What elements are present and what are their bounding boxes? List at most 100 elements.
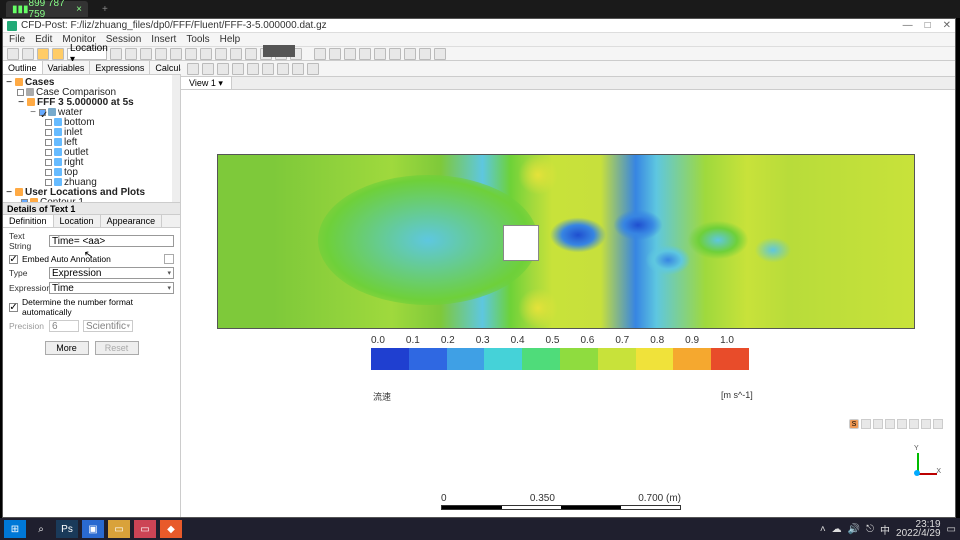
outline-tree[interactable]: −Cases Case Comparison −FFF 3 5.000000 a…	[3, 75, 180, 203]
taskbar-clock[interactable]: 23:19 2022/4/29	[896, 520, 941, 538]
tray-wifi-icon[interactable]: ⎋	[866, 524, 874, 535]
dropdown-marker	[263, 45, 295, 57]
menu-edit[interactable]: Edit	[35, 34, 52, 45]
menu-help[interactable]: Help	[220, 34, 241, 45]
view-toolbar	[181, 61, 955, 77]
tool-redo-icon[interactable]	[52, 48, 64, 60]
tab-location[interactable]: Location	[54, 215, 101, 227]
tool-vector-icon[interactable]	[185, 48, 197, 60]
tool-anim-icon[interactable]	[329, 48, 341, 60]
tool-particle-icon[interactable]	[230, 48, 242, 60]
tool-camera-icon[interactable]	[314, 48, 326, 60]
close-tab-icon[interactable]: ×	[76, 4, 82, 15]
view-tab-1[interactable]: View 1 ▾	[181, 77, 232, 89]
close-button[interactable]: ✕	[943, 20, 951, 31]
taskbar-ps-icon[interactable]: Ps	[56, 520, 78, 538]
tool-q2-icon[interactable]	[404, 48, 416, 60]
tray-cloud-icon[interactable]: ☁	[832, 524, 842, 535]
wm-4-icon[interactable]	[897, 419, 907, 429]
location-selector[interactable]: Location ▾	[67, 48, 107, 60]
menu-file[interactable]: File	[9, 34, 25, 45]
tool-iso-icon[interactable]	[170, 48, 182, 60]
vtool-sync-icon[interactable]	[187, 63, 199, 75]
vtool-highlight-icon[interactable]	[277, 63, 289, 75]
tool-q3-icon[interactable]	[419, 48, 431, 60]
tray-up-icon[interactable]: ˄	[820, 524, 826, 535]
vtool-rotate-icon[interactable]	[202, 63, 214, 75]
tool-q1-icon[interactable]	[389, 48, 401, 60]
wm-5-icon[interactable]	[909, 419, 919, 429]
tool-line-icon[interactable]	[125, 48, 137, 60]
tool-undo-icon[interactable]	[37, 48, 49, 60]
windows-taskbar: ⊞ ⌕ Ps ▣ ▭ ▭ ◆ ˄ ☁ 🔊 ⎋ 中 23:19 2022/4/29…	[0, 518, 960, 540]
wm-3-icon[interactable]	[885, 419, 895, 429]
tab-definition[interactable]: Definition	[3, 215, 54, 227]
tool-contour-icon[interactable]	[200, 48, 212, 60]
tab-appearance[interactable]: Appearance	[101, 215, 163, 227]
expand-embed-icon[interactable]	[164, 254, 174, 264]
input-text-string[interactable]: Time= <aa>	[49, 235, 174, 247]
tool-point-icon[interactable]	[110, 48, 122, 60]
reset-button[interactable]: Reset	[95, 341, 139, 355]
tool-streamline-icon[interactable]	[215, 48, 227, 60]
tab-outline[interactable]: Outline	[3, 61, 43, 74]
search-button[interactable]: ⌕	[30, 520, 52, 538]
tab-signal-icon: ▮▮▮	[12, 4, 29, 15]
tab-expressions[interactable]: Expressions	[90, 61, 150, 74]
system-tray[interactable]: ˄ ☁ 🔊 ⎋ 中 23:19 2022/4/29 ▭	[820, 520, 956, 538]
taskbar-explorer-icon[interactable]: ▭	[108, 520, 130, 538]
browser-tab[interactable]: ▮▮▮ 899 787 759 ×	[6, 1, 88, 17]
tool-save-icon[interactable]	[22, 48, 34, 60]
tree-case[interactable]: FFF 3 5.000000 at 5s	[37, 97, 134, 108]
tool-calc-icon[interactable]	[359, 48, 371, 60]
axis-triad[interactable]: Y X	[899, 453, 935, 489]
outline-panel: Outline Variables Expressions Calculator…	[3, 61, 181, 517]
taskbar-app5-icon[interactable]: ◆	[160, 520, 182, 538]
wm-7-icon[interactable]	[933, 419, 943, 429]
wm-6-icon[interactable]	[921, 419, 931, 429]
tray-notif-icon[interactable]: ▭	[947, 524, 956, 535]
tray-ime-icon[interactable]: 中	[880, 522, 890, 537]
tree-contour1[interactable]: Contour 1	[40, 197, 84, 204]
select-expression[interactable]: Time	[49, 282, 174, 294]
tree-scrollbar[interactable]	[172, 75, 180, 202]
tab-variables[interactable]: Variables	[43, 61, 91, 74]
tool-open-icon[interactable]	[7, 48, 19, 60]
maximize-button[interactable]: □	[925, 20, 931, 31]
viewport[interactable]: 0.00.10.20.30.40.50.60.70.80.91.0 流速 [m …	[181, 90, 955, 517]
tool-fx-icon[interactable]	[374, 48, 386, 60]
tray-vol-icon[interactable]: 🔊	[848, 524, 860, 535]
vtool-select-icon[interactable]	[307, 63, 319, 75]
minimize-button[interactable]: —	[903, 20, 913, 31]
label-expression: Expression	[9, 283, 45, 293]
vtool-zoom-icon[interactable]	[232, 63, 244, 75]
label-auto-format: Determine the number format automaticall…	[22, 297, 174, 317]
wm-2-icon[interactable]	[873, 419, 883, 429]
tool-text-icon[interactable]	[245, 48, 257, 60]
check-embed-annotation[interactable]: ✓	[9, 255, 18, 264]
menu-insert[interactable]: Insert	[151, 34, 176, 45]
new-tab-button[interactable]: +	[102, 4, 108, 15]
vtool-fit-icon[interactable]	[262, 63, 274, 75]
wm-s-icon[interactable]: S	[849, 419, 859, 429]
menu-tools[interactable]: Tools	[186, 34, 209, 45]
taskbar-ppt-icon[interactable]: ▭	[134, 520, 156, 538]
outline-tabs: Outline Variables Expressions Calculator…	[3, 61, 180, 75]
obstacle-square	[503, 225, 539, 261]
vtool-layout-icon[interactable]	[292, 63, 304, 75]
tool-timer-icon[interactable]	[344, 48, 356, 60]
tool-volume-icon[interactable]	[155, 48, 167, 60]
tool-q4-icon[interactable]	[434, 48, 446, 60]
input-precision: 6	[49, 320, 79, 332]
menu-session[interactable]: Session	[106, 34, 142, 45]
check-auto-format[interactable]: ✓	[9, 303, 18, 312]
titlebar: CFD-Post: F:/liz/zhuang_files/dp0/FFF/Fl…	[3, 19, 955, 33]
select-type[interactable]: Expression	[49, 267, 174, 279]
start-button[interactable]: ⊞	[4, 520, 26, 538]
vtool-pan-icon[interactable]	[217, 63, 229, 75]
tool-plane-icon[interactable]	[140, 48, 152, 60]
more-button[interactable]: More	[45, 341, 89, 355]
taskbar-app2-icon[interactable]: ▣	[82, 520, 104, 538]
wm-1-icon[interactable]	[861, 419, 871, 429]
vtool-zoombox-icon[interactable]	[247, 63, 259, 75]
